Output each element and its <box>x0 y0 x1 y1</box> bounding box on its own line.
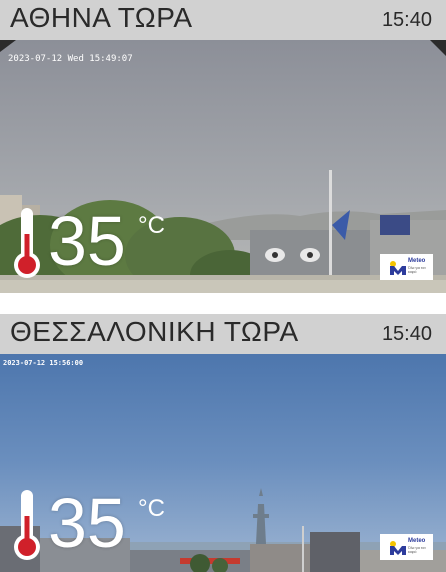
thermometer-icon <box>14 208 40 278</box>
thessaloniki-temperature-unit: °C <box>138 495 165 522</box>
thessaloniki-weather-card[interactable]: ΘΕΣΣΑΛΟΝΙΚΗ ΤΩΡΑ 15:40 2023-07-12 15:56:… <box>0 314 446 572</box>
thessaloniki-temperature: 35 <box>48 484 126 562</box>
meteo-logo-icon <box>390 541 406 555</box>
meteo-logo: Meteo Όλα για τον καιρό <box>380 534 433 560</box>
meteo-logo-tagline: Όλα για τον καιρό <box>408 546 426 554</box>
thermometer-icon <box>14 490 40 560</box>
meteo-logo-icon <box>390 261 406 275</box>
athens-weather-card[interactable]: ΑΘΗΝΑ ΤΩΡΑ 15:40 2023-07-12 Wed 15:49:07… <box>0 0 446 293</box>
athens-temperature: 35 <box>48 202 126 280</box>
meteo-logo-tagline: Όλα για τον καιρό <box>408 266 426 274</box>
thessaloniki-camera-timestamp: 2023-07-12 15:56:00 <box>3 359 84 367</box>
thessaloniki-title: ΘΕΣΣΑΛΟΝΙΚΗ ΤΩΡΑ <box>10 316 299 347</box>
meteo-logo-brand: Meteo <box>408 538 426 544</box>
athens-webcam-image[interactable]: 2023-07-12 Wed 15:49:07 35 °C Meteo Όλα … <box>0 40 446 293</box>
meteo-logo-brand: Meteo <box>408 258 426 264</box>
athens-header: ΑΘΗΝΑ ΤΩΡΑ 15:40 <box>0 0 446 40</box>
athens-temperature-unit: °C <box>138 212 165 239</box>
athens-title: ΑΘΗΝΑ ΤΩΡΑ <box>10 2 193 33</box>
thessaloniki-header: ΘΕΣΣΑΛΟΝΙΚΗ ΤΩΡΑ 15:40 <box>0 314 446 354</box>
athens-time: 15:40 <box>381 9 432 31</box>
meteo-logo: Meteo Όλα για τον καιρό <box>380 254 433 280</box>
thessaloniki-time: 15:40 <box>381 323 432 345</box>
athens-camera-timestamp: 2023-07-12 Wed 15:49:07 <box>8 54 133 64</box>
thessaloniki-webcam-image[interactable]: 2023-07-12 15:56:00 35 °C Meteo Όλα για … <box>0 354 446 572</box>
